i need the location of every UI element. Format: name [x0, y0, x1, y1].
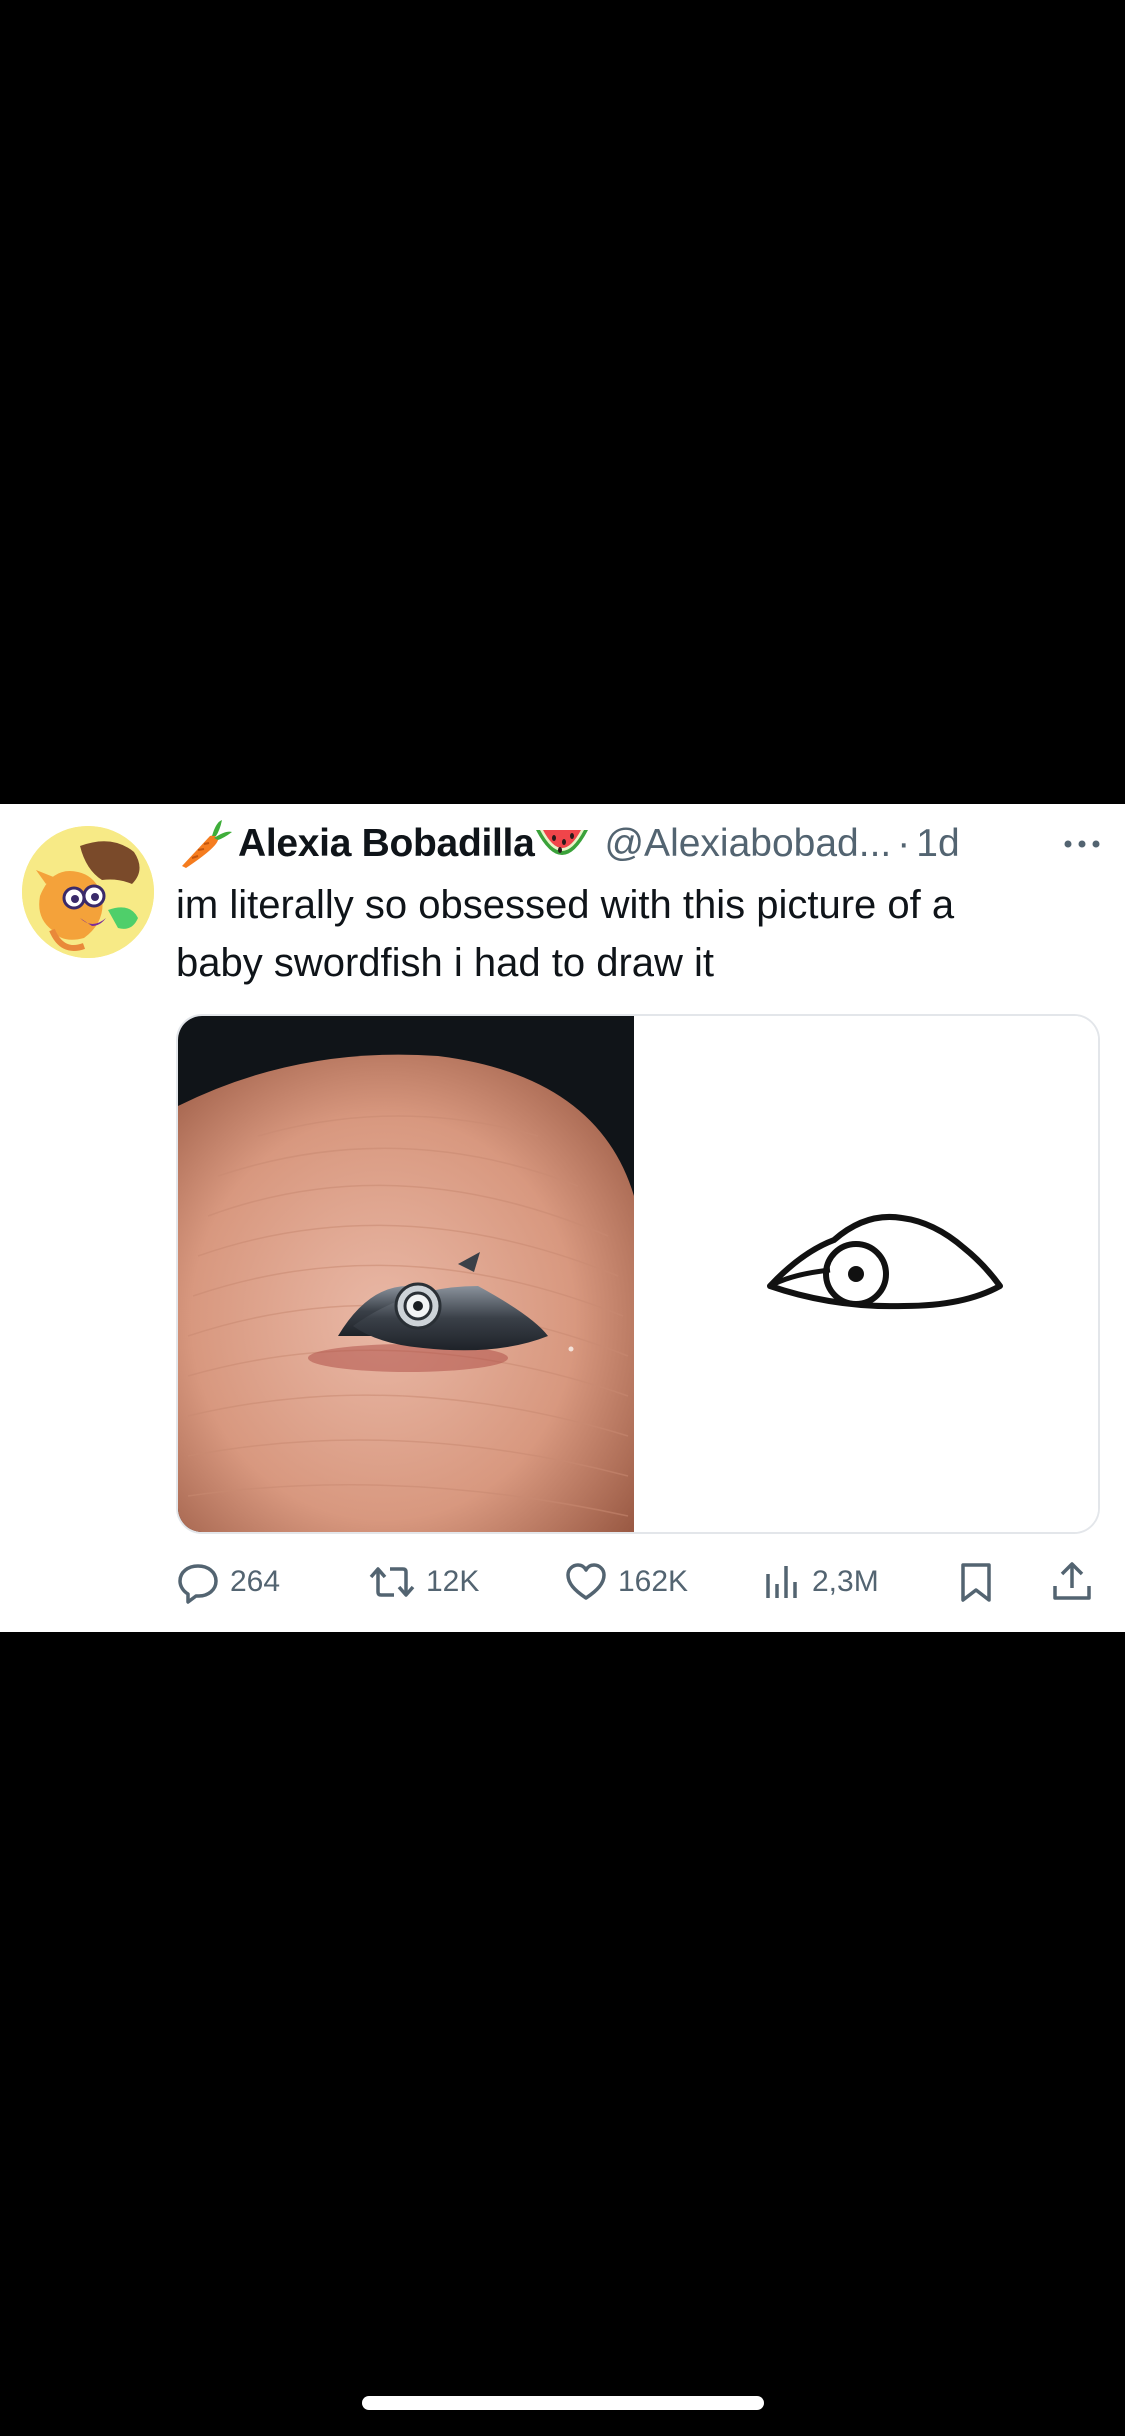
- share-icon: [1050, 1560, 1094, 1604]
- reply-button[interactable]: 264: [176, 1552, 280, 1612]
- repost-count: 12K: [426, 1565, 480, 1598]
- avatar[interactable]: [22, 826, 154, 958]
- display-name[interactable]: Alexia Bobadilla: [238, 822, 535, 866]
- repost-icon: [368, 1560, 416, 1604]
- view-count: 2,3M: [812, 1565, 879, 1598]
- watermelon-icon: [534, 820, 590, 868]
- reply-count: 264: [230, 1565, 281, 1598]
- reply-icon: [176, 1560, 220, 1604]
- home-indicator[interactable]: [362, 2396, 764, 2410]
- swordfish-photo[interactable]: [178, 1016, 634, 1532]
- timestamp[interactable]: 1d: [916, 822, 959, 866]
- repost-button[interactable]: 12K: [368, 1552, 479, 1612]
- like-count: 162K: [618, 1565, 689, 1598]
- separator-dot: ·: [897, 822, 911, 865]
- analytics-icon: [762, 1560, 802, 1604]
- share-button[interactable]: [1050, 1552, 1094, 1612]
- user-handle[interactable]: @Alexiabobad...: [604, 822, 891, 866]
- more-options-icon[interactable]: [1058, 824, 1106, 864]
- media-grid: [176, 1014, 1100, 1534]
- like-button[interactable]: 162K: [564, 1552, 688, 1612]
- eye-drawing[interactable]: [634, 1016, 1098, 1532]
- action-bar: 264 12K 162K 2,3M: [176, 1552, 1106, 1612]
- carrot-icon: [176, 818, 232, 870]
- tweet-text: im literally so obsessed with this pictu…: [176, 883, 955, 985]
- tweet-card[interactable]: Alexia Bobadilla @Alexiabobad... · 1d im…: [0, 804, 1125, 1632]
- bookmark-icon: [956, 1560, 996, 1604]
- bookmark-button[interactable]: [956, 1552, 996, 1612]
- tweet-header: Alexia Bobadilla @Alexiabobad... · 1d: [176, 814, 1106, 874]
- views-button[interactable]: 2,3M: [762, 1552, 879, 1612]
- heart-icon: [564, 1560, 608, 1604]
